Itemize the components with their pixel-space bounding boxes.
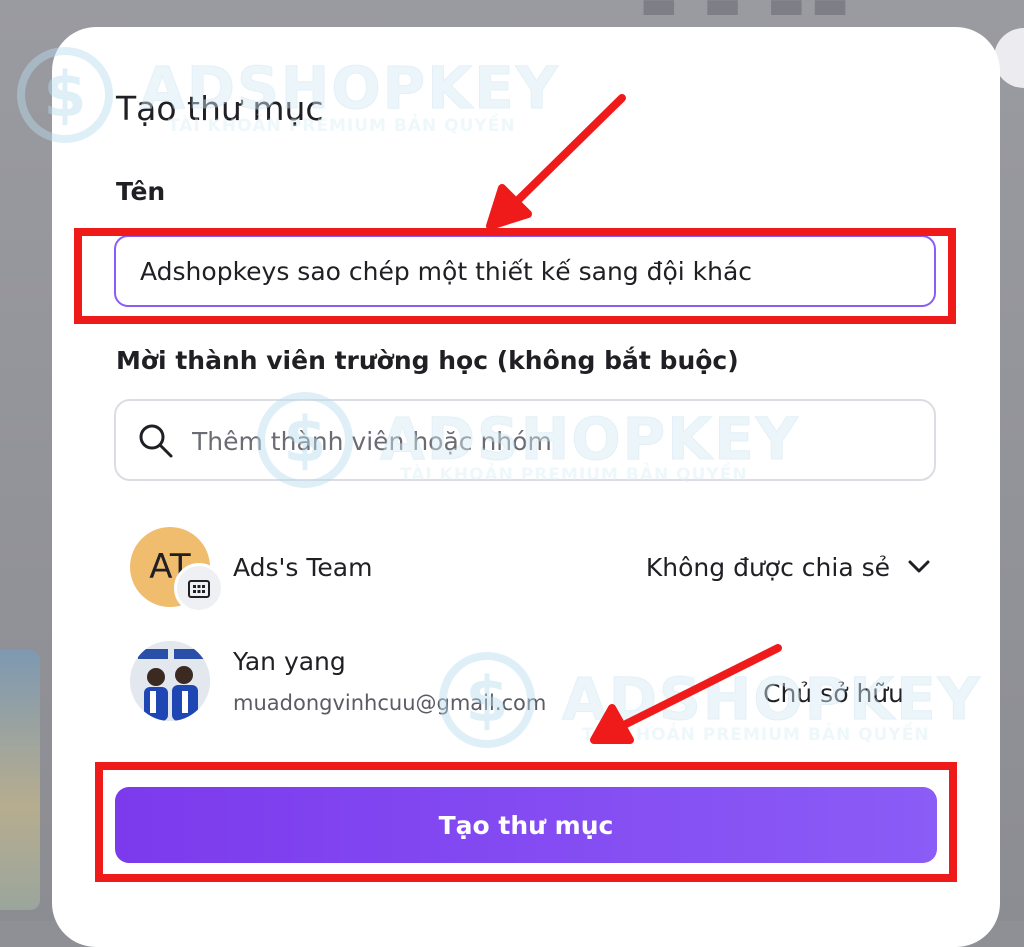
chevron-down-icon — [908, 560, 930, 573]
user-email: muadongvinhcuu@gmail.com — [233, 691, 547, 715]
folder-name-input[interactable] — [114, 235, 936, 307]
create-folder-button[interactable]: Tạo thư mục — [115, 787, 937, 863]
owner-role-label: Chủ sở hữu — [763, 679, 904, 708]
invite-label: Mời thành viên trường học (không bắt buộ… — [116, 346, 739, 375]
user-name: Yan yang — [233, 647, 346, 676]
name-label: Tên — [116, 177, 166, 206]
member-search-box[interactable] — [114, 399, 936, 481]
member-row-owner: Yan yang muadongvinhcuu@gmail.com Chủ sở… — [130, 641, 930, 725]
background-card — [0, 650, 40, 910]
team-name: Ads's Team — [233, 553, 373, 582]
member-row-team: AT Ads's Team Không được chia sẻ — [130, 527, 930, 613]
background-heading: ▬ ▬ ▬▬ — [640, 0, 856, 28]
member-search-input[interactable] — [190, 401, 914, 481]
group-badge-icon — [174, 563, 224, 613]
create-folder-dialog: Tạo thư mục Tên Mời thành viên trường họ… — [52, 27, 1000, 947]
user-avatar — [130, 641, 210, 721]
dialog-title: Tạo thư mục — [116, 89, 324, 128]
share-permission-dropdown[interactable]: Không được chia sẻ — [646, 545, 930, 589]
search-icon — [139, 424, 173, 458]
share-permission-value: Không được chia sẻ — [645, 552, 890, 582]
team-avatar: AT — [130, 527, 224, 613]
